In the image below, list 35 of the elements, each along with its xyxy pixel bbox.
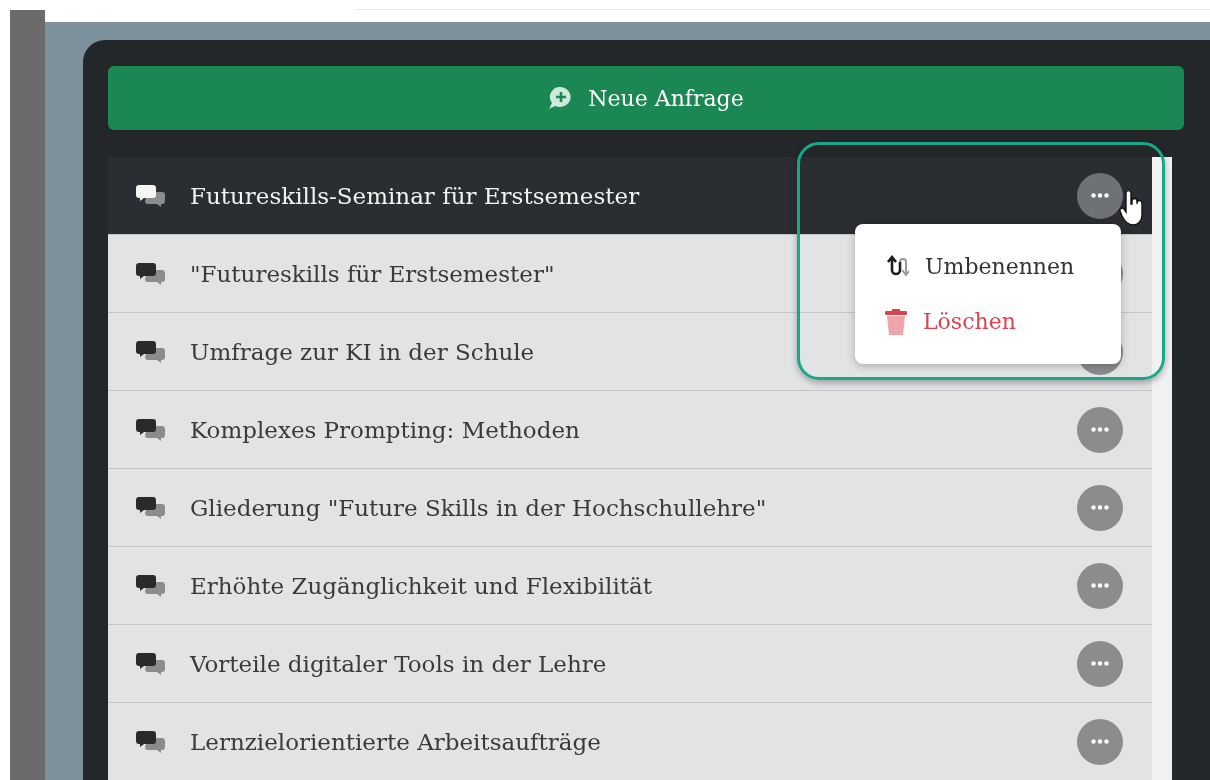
chat-bubbles-icon xyxy=(136,261,166,286)
more-icon xyxy=(1091,427,1109,432)
more-icon xyxy=(1091,661,1109,666)
chat-bubbles-icon xyxy=(136,339,166,364)
trash-icon xyxy=(885,308,907,335)
more-icon xyxy=(1091,505,1109,510)
conversation-title: Komplexes Prompting: Methoden xyxy=(190,416,580,443)
chat-bubbles-icon xyxy=(136,417,166,442)
conversation-item[interactable]: Futureskills-Seminar für Erstsemester xyxy=(108,157,1152,235)
menu-item[interactable]: Umbenennen xyxy=(885,253,1121,279)
conversation-item[interactable]: Gliederung "Future Skills in der Hochschullehre" xyxy=(108,469,1152,547)
chat-bubbles-icon xyxy=(136,573,166,598)
more-icon xyxy=(1091,193,1109,198)
conversation-title: "Futureskills für Erstsemester" xyxy=(190,260,555,287)
more-options-button[interactable] xyxy=(1077,172,1123,219)
conversation-item[interactable]: Erhöhte Zugänglichkeit und Flexibilität xyxy=(108,547,1152,625)
menu-item-label: Umbenennen xyxy=(925,253,1075,279)
conversation-title: Umfrage zur KI in der Schule xyxy=(190,338,535,365)
more-icon xyxy=(1091,583,1109,588)
new-request-button[interactable]: Neue Anfrage xyxy=(108,66,1184,130)
conversation-title: Gliederung "Future Skills in der Hochschullehre" xyxy=(190,494,767,521)
hand-cursor-icon xyxy=(1118,191,1144,227)
conversation-item[interactable]: Komplexes Prompting: Methoden xyxy=(108,391,1152,469)
conversation-item[interactable]: Vorteile digitaler Tools in der Lehre xyxy=(108,625,1152,703)
conversation-title: Lernzielorientierte Arbeitsaufträge xyxy=(190,728,601,755)
conversation-title: Erhöhte Zugänglichkeit und Flexibilität xyxy=(190,572,652,599)
conversation-title: Futureskills-Seminar für Erstsemester xyxy=(190,182,640,209)
chat-bubbles-icon xyxy=(136,183,166,208)
swap-arrows-icon xyxy=(885,254,909,278)
conversation-item[interactable]: Lernzielorientierte Arbeitsaufträge xyxy=(108,703,1152,780)
more-icon xyxy=(1091,739,1109,744)
chat-bubbles-icon xyxy=(136,495,166,520)
chat-bubbles-icon xyxy=(136,729,166,754)
conversation-title: Vorteile digitaler Tools in der Lehre xyxy=(190,650,607,677)
chat-bubbles-icon xyxy=(136,651,166,676)
